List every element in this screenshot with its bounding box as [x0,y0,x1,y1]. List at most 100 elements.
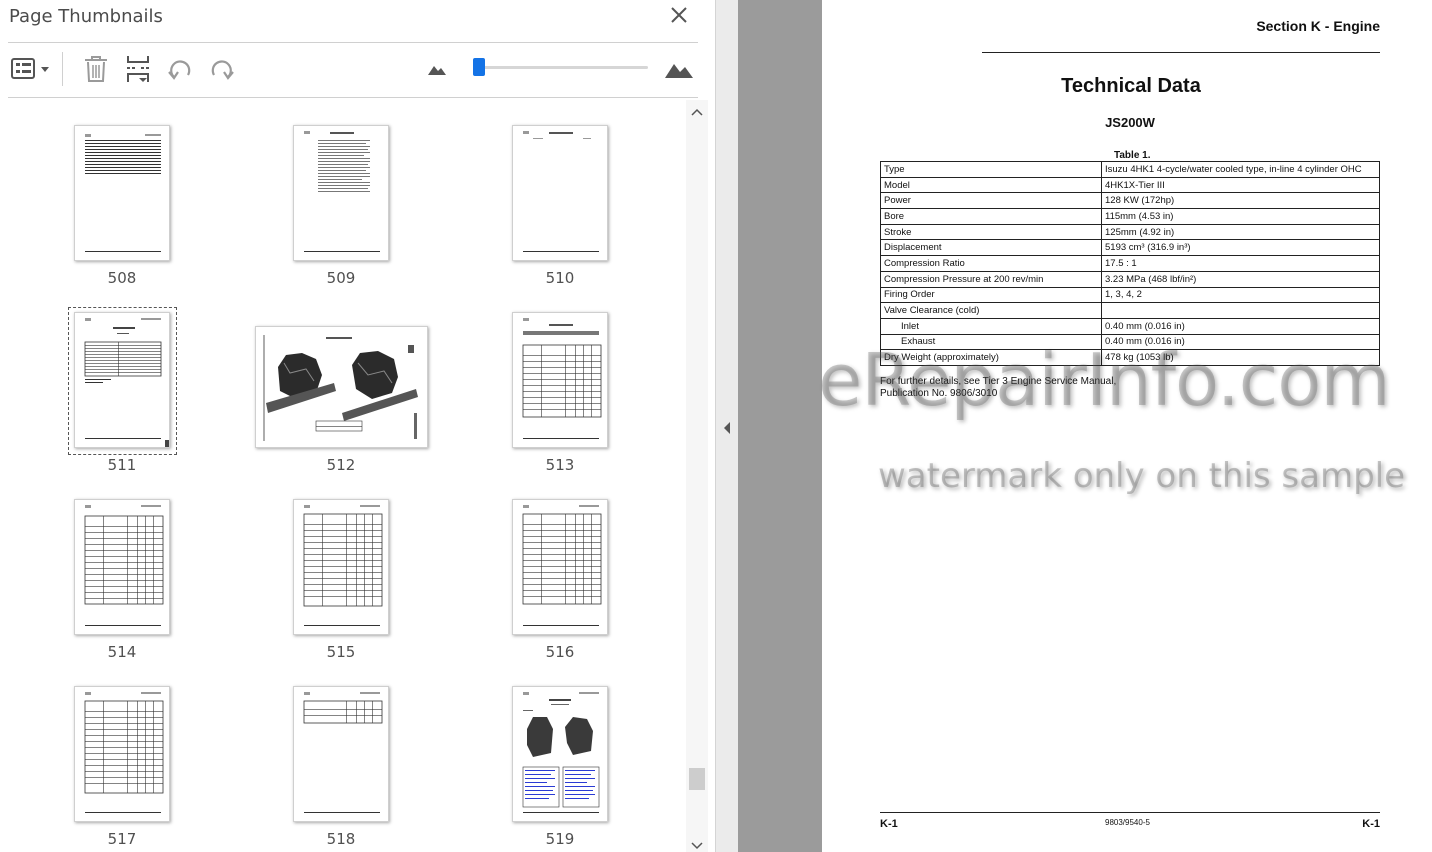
row-value: 128 KW (172hp) [1101,192,1380,210]
row-label: Power [880,192,1102,210]
page-number: 519 [545,830,575,848]
page-number: 516 [545,643,575,661]
page-preview [255,326,428,448]
row-label: Bore [880,208,1102,225]
insert-page-button[interactable] [120,52,156,86]
rotate-counterclockwise-icon [168,60,191,80]
rotate-counterclockwise-button[interactable] [162,52,198,86]
page-number: 511 [107,456,137,474]
page-preview [512,499,608,635]
row-label: Firing Order [880,286,1102,304]
page-preview [74,312,170,448]
page-preview [512,312,608,448]
row-value [1101,302,1380,319]
page-number: 514 [107,643,137,661]
page-preview [293,125,389,261]
table-row: Displacement 5193 cm³ (316.9 in³) [880,239,1380,257]
row-value: 3.23 MPa (468 lbf/in²) [1101,270,1380,288]
zoom-in-button[interactable] [662,52,696,86]
watermark-caption: watermark only on this sample [878,456,1406,496]
page-preview [74,499,170,635]
page-number: 518 [326,830,356,848]
header-rule [982,52,1380,53]
table-row: Valve Clearance (cold) [880,302,1380,319]
scroll-down-icon[interactable] [691,842,703,850]
rotate-clockwise-icon [211,60,234,80]
rotate-clockwise-button[interactable] [204,52,240,86]
divider [8,42,698,43]
row-label: Compression Ratio [880,255,1102,272]
trash-icon [85,56,107,82]
panel-splitter[interactable] [716,0,738,852]
table-row: Type Isuzu 4HK1 4-cycle/water cooled type… [880,161,1380,178]
table-row: Firing Order 1, 3, 4, 2 [880,286,1380,304]
close-icon[interactable] [668,4,690,26]
row-label: Type [880,161,1102,178]
page-preview [293,686,389,822]
page-preview [512,125,608,261]
footer-rule [880,812,1380,813]
footer-page-left: K-1 [880,818,898,830]
thumbnail-options-icon [11,58,49,79]
table-row: Model 4HK1X-Tier III [880,176,1380,194]
watermark-brand: eRepairInfo.com [818,338,1390,422]
page-thumbnails-panel: Page Thumbnails 508 509 510 511 512 513 … [0,0,716,852]
row-value: 115mm (4.53 in) [1101,208,1380,225]
large-mountain-icon [665,64,693,78]
table-caption: Table 1. [1114,150,1151,161]
scrollbar-thumb[interactable] [689,768,705,790]
document-viewer[interactable]: Section K - Engine Technical Data JS200W… [738,0,1432,852]
page-preview [74,686,170,822]
page-number: 513 [545,456,575,474]
row-label: Valve Clearance (cold) [880,302,1102,319]
page-preview [293,499,389,635]
row-value: 4HK1X-Tier III [1101,176,1380,194]
thumbnail-scrollbar[interactable] [686,100,708,852]
zoom-out-button[interactable] [424,52,450,86]
page-number: 517 [107,830,137,848]
document-page: Section K - Engine Technical Data JS200W… [822,0,1432,852]
row-label: Stroke [880,223,1102,241]
divider [8,97,698,98]
row-label: Inlet [880,317,1102,335]
insert-page-icon [127,56,149,82]
page-title: Technical Data [1061,75,1201,97]
page-number: 512 [326,456,356,474]
toolbar-divider [62,52,63,86]
row-value: 17.5 : 1 [1101,255,1380,272]
small-mountain-icon [428,66,446,75]
zoom-slider-handle[interactable] [473,58,485,76]
page-number: 509 [326,269,356,287]
zoom-slider-track[interactable] [478,66,648,69]
thumbnail-grid: 508 509 510 511 512 513 514 515 516 517 … [0,100,686,852]
page-preview [512,686,608,822]
scroll-up-icon[interactable] [691,108,703,116]
footer-publication-number: 9803/9540-5 [1105,818,1150,827]
panel-title: Page Thumbnails [9,6,163,27]
footer-page-right: K-1 [1362,818,1380,830]
table-row: Compression Pressure at 200 rev/min 3.23 … [880,270,1380,288]
table-row: Stroke 125mm (4.92 in) [880,223,1380,241]
row-value: 5193 cm³ (316.9 in³) [1101,239,1380,257]
table-row: Bore 115mm (4.53 in) [880,208,1380,225]
row-value: 1, 3, 4, 2 [1101,286,1380,304]
row-value: Isuzu 4HK1 4-cycle/water cooled type, in… [1101,161,1380,178]
row-value: 125mm (4.92 in) [1101,223,1380,241]
section-header: Section K - Engine [1256,18,1380,34]
table-row: Compression Ratio 17.5 : 1 [880,255,1380,272]
page-preview [74,125,170,261]
thumbnail-options-button[interactable] [8,52,54,86]
table-row: Inlet 0.40 mm (0.016 in) [880,317,1380,335]
row-label: Model [880,176,1102,194]
technical-data-table: Type Isuzu 4HK1 4-cycle/water cooled type… [880,161,1380,366]
row-label: Displacement [880,239,1102,257]
row-value: 0.40 mm (0.016 in) [1101,317,1380,335]
page-number: 510 [545,269,575,287]
delete-page-button[interactable] [78,52,114,86]
collapse-panel-icon[interactable] [721,420,733,436]
table-row: Power 128 KW (172hp) [880,192,1380,210]
model-subtitle: JS200W [1105,115,1155,130]
page-number: 508 [107,269,137,287]
row-label: Compression Pressure at 200 rev/min [880,270,1102,288]
page-number: 515 [326,643,356,661]
